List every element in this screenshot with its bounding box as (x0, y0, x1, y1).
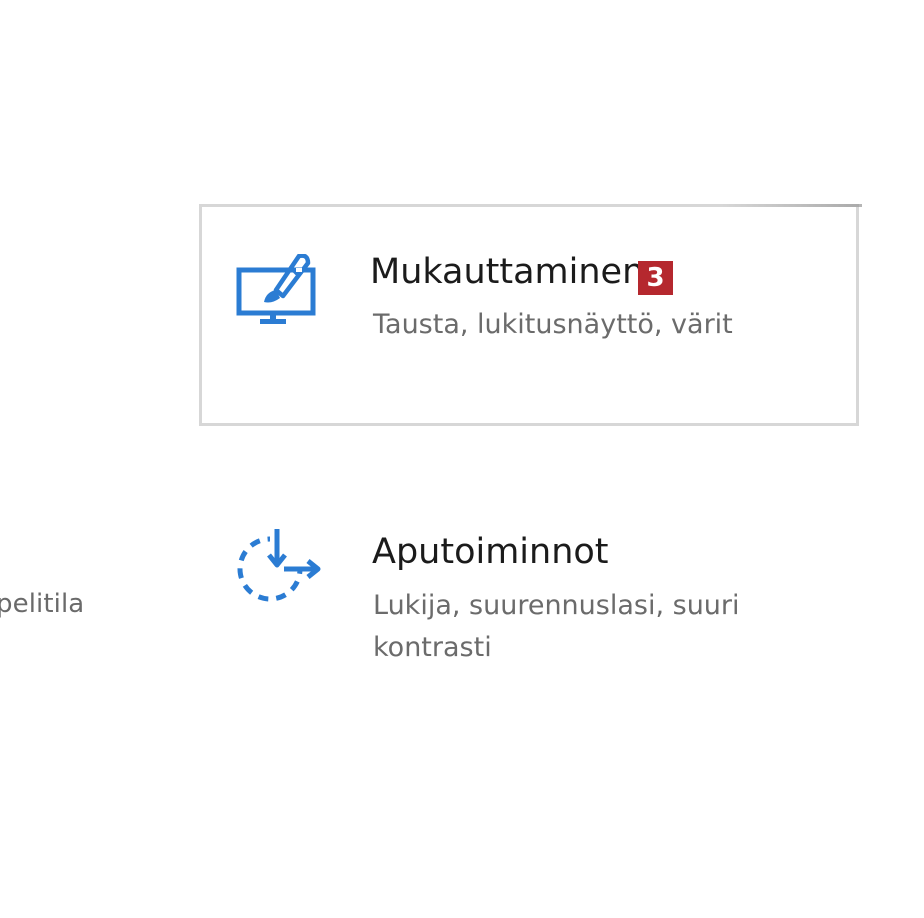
ease-of-access-description: Lukija, suurennuslasi, suuri kontrasti (373, 590, 740, 663)
personalization-icon (236, 253, 318, 330)
personalization-title: Mukauttaminen (370, 252, 645, 292)
personalization-description: Tausta, lukitusnäyttö, värit (373, 309, 733, 340)
ease-of-access-title[interactable]: Aputoiminnot (372, 532, 609, 572)
step-badge: 3 (638, 261, 673, 295)
left-tile-description[interactable]: pelitila (0, 589, 84, 619)
ease-of-access-icon[interactable] (232, 527, 324, 609)
settings-page: pelitila Mukauttaminen 3 Tausta, lukitus… (0, 0, 924, 918)
